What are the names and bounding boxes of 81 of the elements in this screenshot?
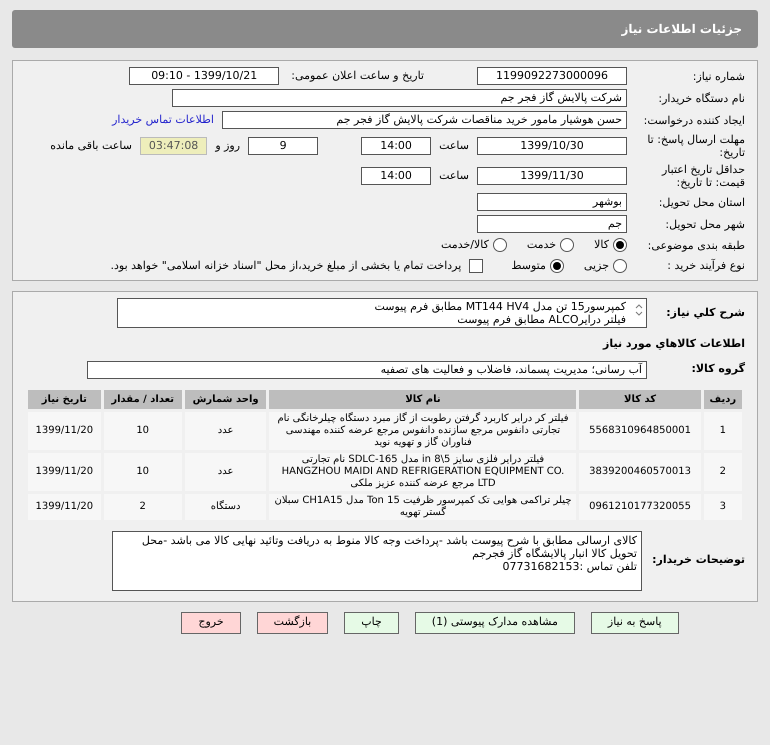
table-cell: 2 [102,492,184,521]
section-title: اطلاعات کالاهاي مورد نياز [602,336,745,352]
field-label: شرح کلي نياز: [665,304,745,321]
field-label: ایجاد کننده درخواست: [642,114,745,126]
field-label: نام دستگاه خریدار: [657,92,745,104]
field-label: نوع فرآیند خرید : [666,259,745,272]
field-label: شماره نیاز: [692,70,745,82]
scroll-arrows-icon [635,303,643,317]
column-header: نام کالا [268,388,578,410]
remaining-time: 03:47:08 [140,137,208,155]
notes-line: کالای ارسالی مطابق با شرح پیوست باشد -پرداخت وجه کالا منوط به دریافت وتائید نهایی کالا می باشد -محل تحویل کالا انبار پالایشگاه گاز فجرجم [140,534,637,560]
text-field[interactable]: 14:00 [361,137,432,155]
field-label: حداقل تاریخ اعتبار قیمت: تا تاریخ: [660,163,745,189]
action-button[interactable]: خروج [181,612,241,634]
table-cell: 1399/11/20 [26,451,102,492]
table-cell: 5568310964850001 [578,410,702,451]
text-field[interactable]: 9 [248,137,318,155]
column-header: ردیف [702,388,744,410]
action-button[interactable]: بازگشت [256,612,328,634]
table-cell: 1399/11/20 [26,410,102,451]
column-header: تعداد / مقدار [102,388,184,410]
notes-line: تلفن تماس :07731682153 [502,560,637,572]
field-label: ساعت باقی مانده [50,138,132,154]
radio-button[interactable] [613,238,627,252]
column-header: کد کالا [578,388,702,410]
field-label: استان محل تحویل: [658,196,745,208]
column-header: واحد شمارش [183,388,268,410]
table-cell: 10 [102,451,184,492]
text-field[interactable]: 1399/10/21 - 09:10 [129,67,280,85]
radio-button[interactable] [550,258,564,273]
radio-button[interactable] [613,258,627,273]
text-field[interactable]: آب رسانی؛ مدیریت پسماند، فاضلاب و فعالیت های تصفیه [87,360,647,378]
text-field[interactable]: حسن هوشیار مامور خرید مناقصات شرکت پالایش گاز فجر جم [222,111,627,129]
column-header: تاریخ نیاز [26,388,102,410]
radio-button[interactable] [560,238,574,252]
field-label: مهلت ارسال پاسخ: تا تاریخ: [646,133,745,159]
text-field[interactable]: 14:00 [361,167,432,185]
field-label: طبقه بندی موضوعی: [646,238,745,252]
field-label: روز و [215,138,240,154]
notes-textarea[interactable]: کالای ارسالی مطابق با شرح پیوست باشد -پرداخت وجه کالا منوط به دریافت وتائید نهایی کالا می باشد -محل تحویل کالا انبار پالایشگاه گاز فجرجم تلفن تماس :07731682153 [112,530,642,590]
checkbox-label: پرداخت تمام یا بخشی از مبلغ خرید،از محل "اسناد خزانه اسلامی" خواهد بود. [110,258,462,274]
radio-button[interactable] [492,238,507,252]
checkbox[interactable] [469,258,484,273]
field-label: ساعت [439,168,469,184]
header-title: جزئیات اطلاعات نیاز [621,21,742,38]
action-button[interactable]: مشاهده مدارک پیوستی (1) [414,612,575,634]
field-label: گروه کالا: [690,361,745,378]
field-label: ساعت [439,138,469,154]
radio-label: خدمت [526,237,556,253]
table-cell: 1 [702,410,744,451]
table-cell: چیلر تراکمی هوایی تک کمپرسور ظرفیت 15 Ton مدل CH1A15 سبلان گستر تهویه [268,492,578,521]
text-field[interactable]: 1399/10/30 [477,137,627,155]
text-field[interactable]: شرکت پالایش گاز فجر جم [172,89,627,107]
text-field[interactable]: جم [477,215,627,233]
text-field[interactable]: بوشهر [477,193,627,211]
text-field[interactable]: 1199092273000096 [477,67,627,85]
text-field[interactable]: 1399/11/30 [477,167,627,185]
field-label: شهر محل تحویل: [664,218,745,230]
table-cell: 0961210177320055 [578,492,702,521]
buyer-contact-link[interactable]: اطلاعات تماس خریدار [112,112,214,128]
field-label: توضیحات خریدار: [651,552,745,568]
table-cell: عدد [183,410,268,451]
summary-line: کمپرسور15 تن مدل MT144 HV4 مطابق فرم پیوست [373,300,626,313]
field-label: تاریخ و ساعت اعلان عمومی: [291,68,424,84]
table-cell: 10 [102,410,184,451]
table-cell: 3839200460570013 [578,451,702,492]
table-cell: عدد [183,451,268,492]
radio-label: جزیی [584,258,609,274]
table-cell: 2 [702,451,744,492]
radio-label: کالا [594,237,609,253]
radio-label: کالا/خدمت [441,237,489,253]
summary-line: فیلتر درایرALCO مطابق فرم پیوست [456,313,626,326]
table-cell: فیلتر کر درایر کاربرد گرفتن رطوبت از گاز مبرد دستگاه چیلرخانگی نام تجارتی دانفوس مرجع سازنده دانفوس مرجع عرضه کننده مهندسی فناوران گاز و تهویه نوید [268,410,578,451]
table-cell: 3 [702,492,744,521]
action-button[interactable]: پاسخ به نیاز [590,612,679,634]
action-button[interactable]: چاپ [344,612,399,634]
summary-textarea[interactable]: کمپرسور15 تن مدل MT144 HV4 مطابق فرم پیوست فیلتر درایرALCO مطابق فرم پیوست [117,298,647,328]
table-cell: 1399/11/20 [26,492,102,521]
radio-label: متوسط [511,258,546,274]
table-cell: دستگاه [183,492,268,521]
table-cell: فیلتر درایر فلزی سایز 5\8 in مدل SDLC-165 نام تجارتی HANGZHOU MAIDI AND REFRIGERATION EQUIPMENT CO. LTD مرجع عرضه کننده عزیز ملکی [268,451,578,492]
